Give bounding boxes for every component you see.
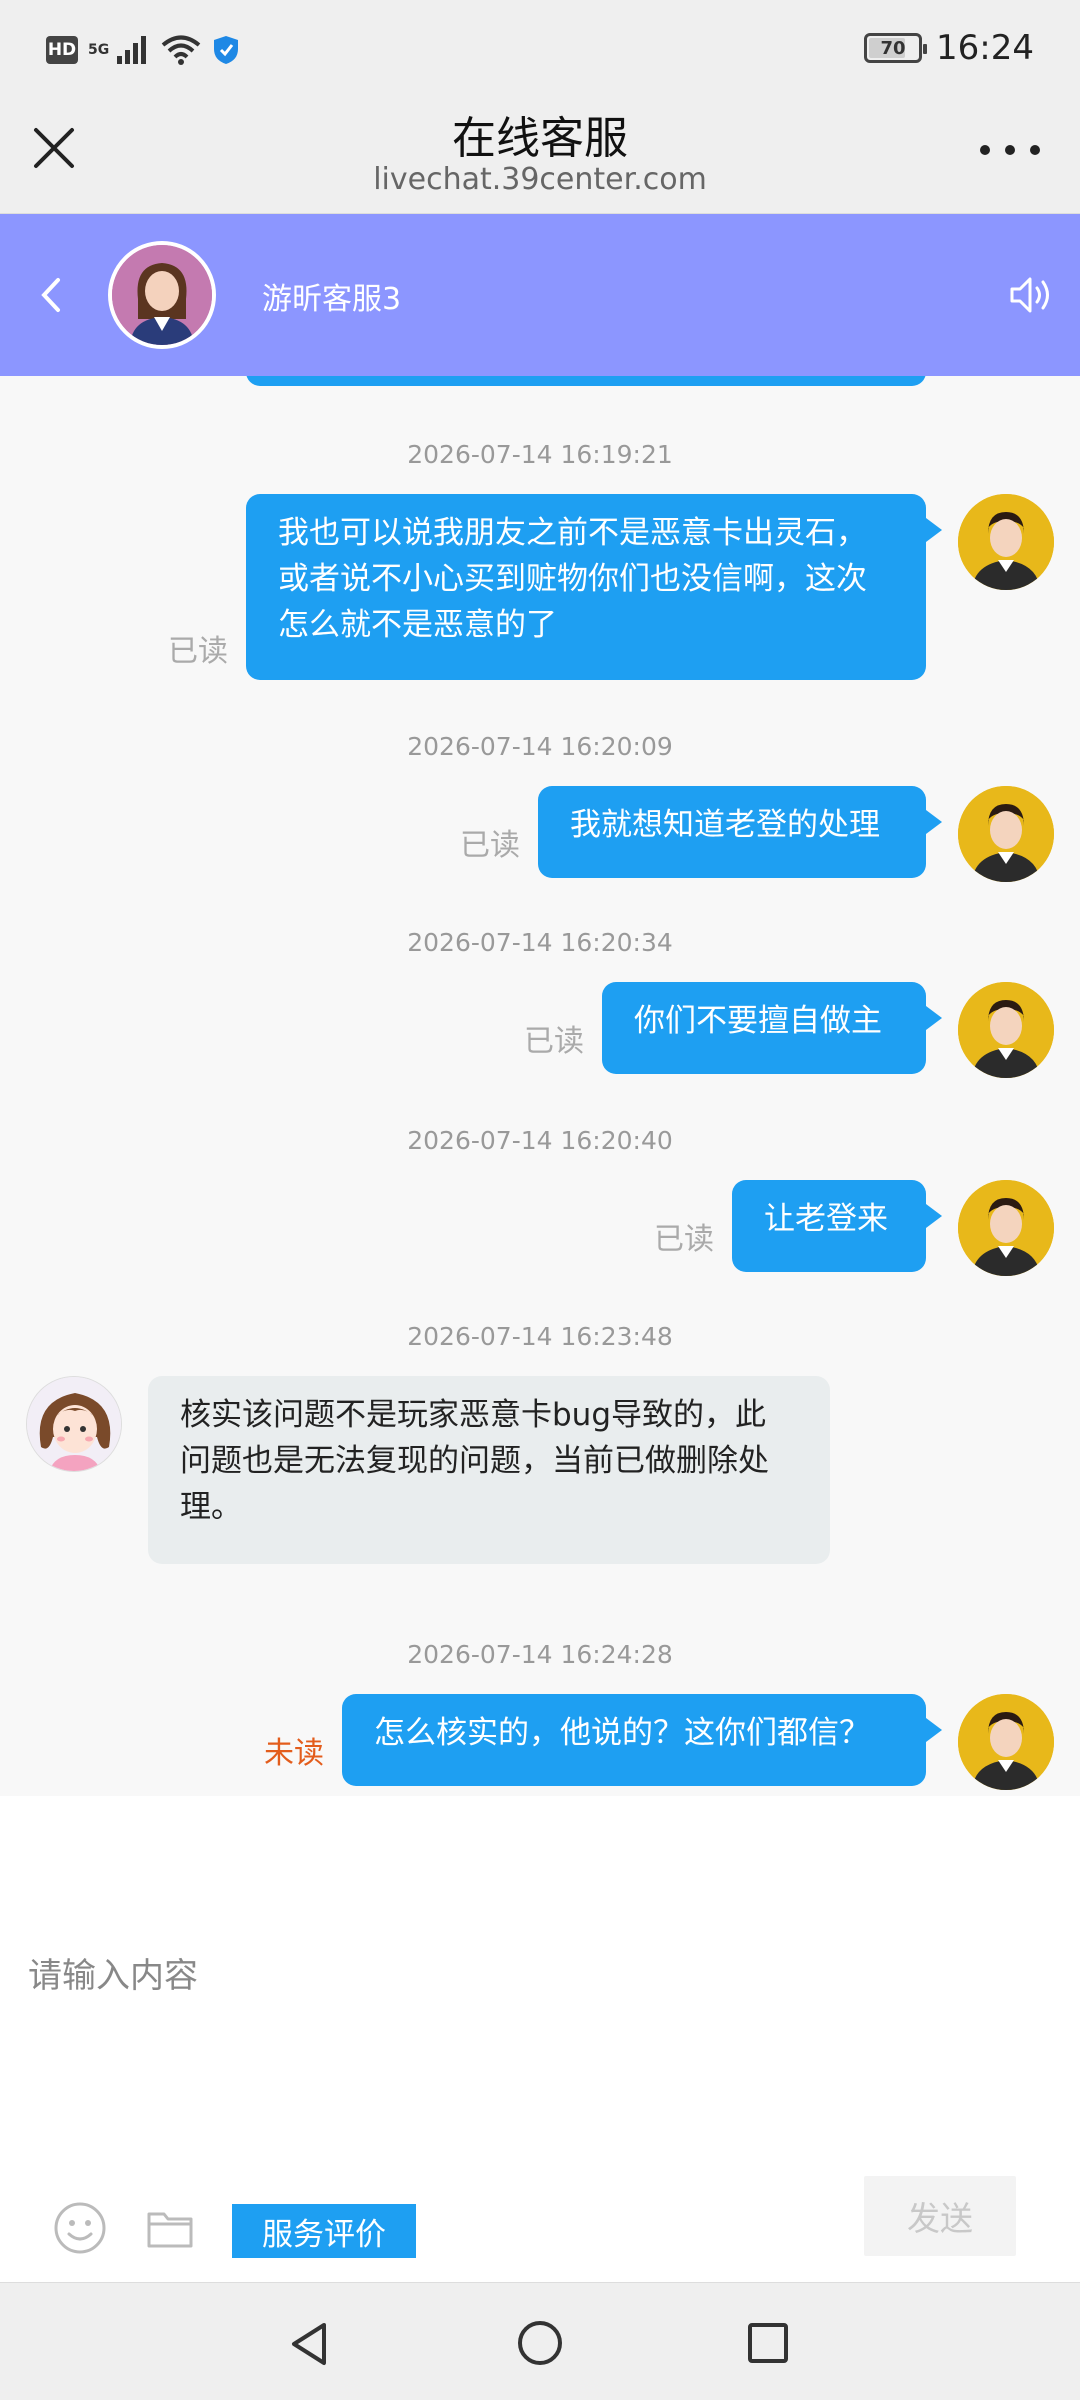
read-status: 已读 bbox=[524, 1024, 584, 1059]
wifi-icon bbox=[161, 35, 201, 65]
agent-avatar bbox=[108, 241, 216, 349]
user-avatar bbox=[958, 1180, 1054, 1276]
user-avatar bbox=[958, 494, 1054, 590]
status-bar: HD 5G 70 16:24 bbox=[0, 0, 1080, 96]
read-status: 已读 bbox=[460, 828, 520, 863]
message-timestamp: 2026-07-14 16:20:09 bbox=[407, 732, 673, 761]
back-arrow-icon[interactable] bbox=[30, 270, 70, 320]
service-rating-button[interactable]: 服务评价 bbox=[232, 2204, 416, 2258]
previous-message-bubble bbox=[246, 376, 926, 386]
network-type: 5G bbox=[88, 42, 110, 58]
more-options-button[interactable] bbox=[980, 140, 1040, 160]
dot-icon bbox=[980, 145, 990, 155]
read-status: 已读 bbox=[168, 634, 228, 669]
read-status: 已读 bbox=[654, 1222, 714, 1257]
speaker-icon[interactable] bbox=[1008, 270, 1054, 320]
message-input[interactable] bbox=[28, 1946, 1048, 2006]
shield-icon bbox=[214, 36, 239, 64]
message-timestamp: 2026-07-14 16:20:40 bbox=[407, 1126, 673, 1155]
nav-back-icon[interactable] bbox=[286, 2319, 334, 2369]
battery-icon: 70 bbox=[864, 33, 928, 63]
message-timestamp: 2026-07-14 16:19:21 bbox=[407, 440, 673, 469]
chat-message-list[interactable]: 2026-07-14 16:19:21 我也可以说我朋友之前不是恶意卡出灵石， … bbox=[0, 376, 1080, 1796]
message-timestamp: 2026-07-14 16:24:28 bbox=[407, 1640, 673, 1669]
user-avatar bbox=[958, 982, 1054, 1078]
chat-header: 游昕客服3 bbox=[0, 214, 1080, 376]
outgoing-message-bubble[interactable]: 怎么核实的，他说的？这你们都信？ bbox=[342, 1694, 942, 1786]
user-avatar bbox=[958, 1694, 1054, 1790]
message-timestamp: 2026-07-14 16:23:48 bbox=[407, 1322, 673, 1351]
dot-icon bbox=[1030, 145, 1040, 155]
agent-name: 游昕客服3 bbox=[262, 282, 402, 317]
incoming-message-bubble[interactable]: 核实该问题不是玩家恶意卡bug导致的，此 问题也是无法复现的问题，当前已做删除处… bbox=[148, 1376, 830, 1564]
agent-message-avatar bbox=[26, 1376, 122, 1472]
page-title: 在线客服 bbox=[452, 113, 628, 164]
outgoing-message-bubble[interactable]: 我就想知道老登的处理 bbox=[538, 786, 942, 878]
status-right: 70 16:24 bbox=[864, 28, 1034, 68]
unread-status: 未读 bbox=[264, 1736, 324, 1771]
title-bar: 在线客服 livechat.39center.com bbox=[0, 96, 1080, 214]
emoji-icon[interactable] bbox=[52, 2200, 108, 2256]
message-timestamp: 2026-07-14 16:20:34 bbox=[407, 928, 673, 957]
nav-home-icon[interactable] bbox=[516, 2319, 564, 2367]
dot-icon bbox=[1005, 145, 1015, 155]
clock: 16:24 bbox=[936, 28, 1034, 68]
outgoing-message-bubble[interactable]: 我也可以说我朋友之前不是恶意卡出灵石， 或者说不小心买到赃物你们也没信啊，这次 … bbox=[246, 494, 942, 680]
nav-recents-icon[interactable] bbox=[746, 2321, 790, 2365]
user-avatar bbox=[958, 786, 1054, 882]
outgoing-message-bubble[interactable]: 你们不要擅自做主 bbox=[602, 982, 942, 1074]
folder-icon[interactable] bbox=[146, 2206, 194, 2250]
send-button[interactable]: 发送 bbox=[864, 2176, 1016, 2256]
message-composer: 服务评价 发送 bbox=[0, 1796, 1080, 2282]
status-left: HD 5G bbox=[46, 30, 241, 70]
outgoing-message-bubble[interactable]: 让老登来 bbox=[732, 1180, 942, 1272]
hd-badge: HD bbox=[46, 36, 78, 64]
page-url: livechat.39center.com bbox=[373, 162, 707, 197]
system-nav-bar bbox=[0, 2282, 1080, 2400]
signal-icon bbox=[117, 36, 147, 64]
